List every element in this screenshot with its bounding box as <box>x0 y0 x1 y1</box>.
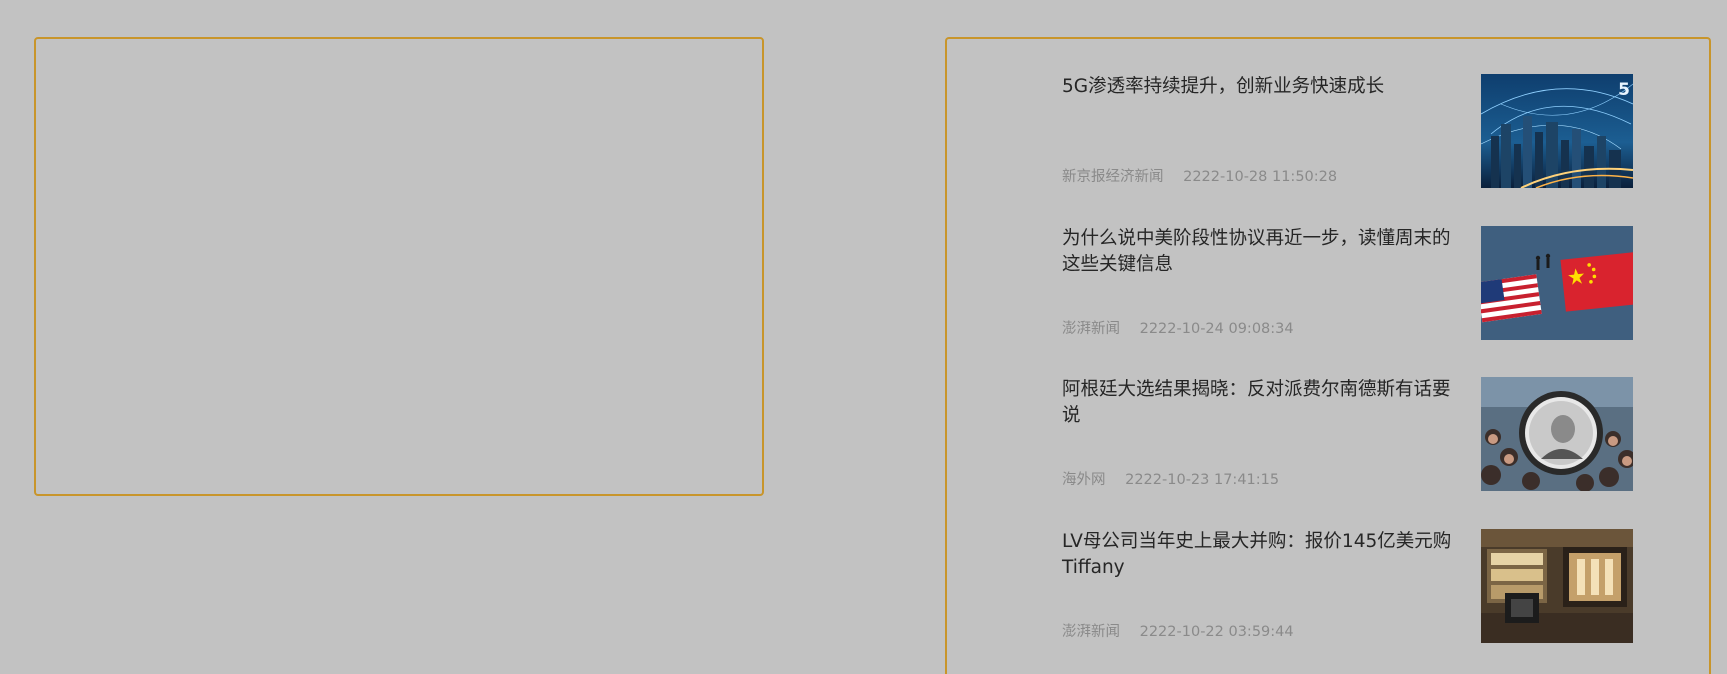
luxury-store-image <box>1481 528 1633 643</box>
empty-panel <box>34 37 764 496</box>
city-network-image <box>1481 74 1633 188</box>
election-rally-image <box>1481 377 1633 491</box>
news-source: 澎湃新闻 <box>1062 320 1120 337</box>
news-title[interactable]: 为什么说中美阶段性协议再近一步，读懂周末的这些关键信息 <box>1062 226 1462 278</box>
news-item[interactable]: LV母公司当年史上最大并购：报价145亿美元购Tiffany 澎湃新闻 2222… <box>1062 528 1636 674</box>
news-title[interactable]: 阿根廷大选结果揭晓：反对派费尔南德斯有话要说 <box>1062 377 1462 429</box>
news-panel: 5G渗透率持续提升，创新业务快速成长 新京报经济新闻 2222-10-28 11… <box>945 37 1711 674</box>
news-item[interactable]: 阿根廷大选结果揭晓：反对派费尔南德斯有话要说 海外网 2222-10-23 17… <box>1062 377 1636 529</box>
news-source: 海外网 <box>1062 472 1106 488</box>
news-meta: 新京报经济新闻 2222-10-28 11:50:28 <box>1062 165 1337 186</box>
thumb-overlay-text: 5 <box>1618 80 1630 100</box>
news-meta: 澎湃新闻 2222-10-22 03:59:44 <box>1062 620 1294 641</box>
election-rally-image[interactable] <box>1481 377 1633 491</box>
us-china-flags-image[interactable] <box>1481 225 1633 340</box>
luxury-store-image[interactable] <box>1481 528 1633 643</box>
news-title[interactable]: 5G渗透率持续提升，创新业务快速成长 <box>1062 74 1462 100</box>
news-title[interactable]: LV母公司当年史上最大并购：报价145亿美元购Tiffany <box>1062 529 1462 581</box>
page: 5G渗透率持续提升，创新业务快速成长 新京报经济新闻 2222-10-28 11… <box>0 0 1727 674</box>
city-network-image[interactable]: 5 <box>1481 74 1633 188</box>
news-item[interactable]: 5G渗透率持续提升，创新业务快速成长 新京报经济新闻 2222-10-28 11… <box>1062 74 1636 226</box>
news-source: 澎湃新闻 <box>1062 623 1120 640</box>
news-time: 2222-10-23 17:41:15 <box>1125 472 1280 488</box>
news-meta: 海外网 2222-10-23 17:41:15 <box>1062 468 1279 489</box>
news-time: 2222-10-22 03:59:44 <box>1139 623 1294 640</box>
news-meta: 澎湃新闻 2222-10-24 09:08:34 <box>1062 317 1294 338</box>
news-time: 2222-10-28 11:50:28 <box>1183 169 1338 185</box>
news-source: 新京报经济新闻 <box>1062 169 1164 185</box>
news-item[interactable]: 为什么说中美阶段性协议再近一步，读懂周末的这些关键信息 澎湃新闻 2222-10… <box>1062 225 1636 378</box>
news-time: 2222-10-24 09:08:34 <box>1139 320 1294 337</box>
us-china-flags-image <box>1481 225 1633 340</box>
news-list: 5G渗透率持续提升，创新业务快速成长 新京报经济新闻 2222-10-28 11… <box>1062 74 1636 674</box>
